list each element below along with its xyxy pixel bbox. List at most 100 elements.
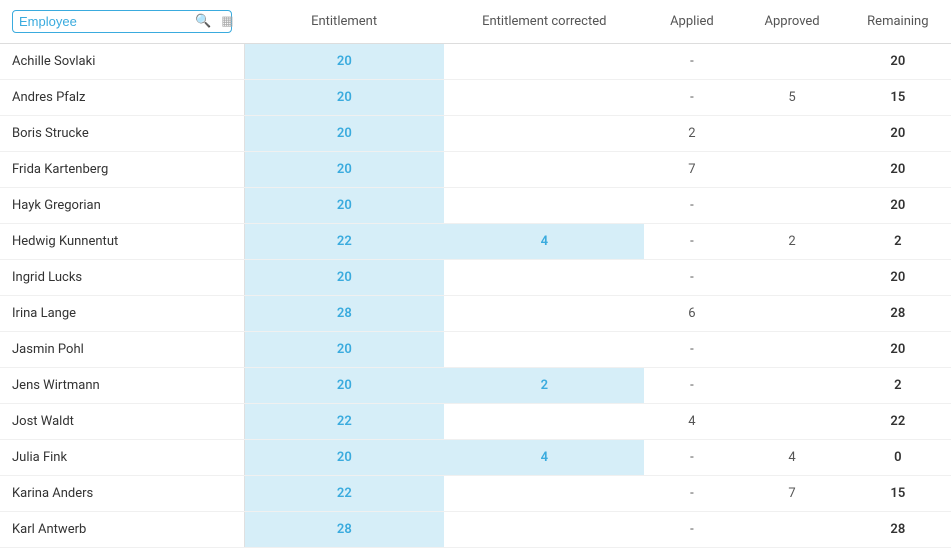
employee-name-cell: Jost Waldt — [0, 404, 244, 440]
approved-cell — [739, 512, 844, 548]
applied-cell: - — [644, 188, 739, 224]
leave-entitlement-table: 🔍 ▦ Entitlement Entitlement corrected Ap… — [0, 0, 951, 548]
entitlement-cell: 22 — [244, 224, 444, 260]
entitlement-corrected-cell — [444, 296, 644, 332]
approved-cell — [739, 404, 844, 440]
remaining-cell: 20 — [845, 152, 951, 188]
applied-column-header: Applied — [644, 0, 739, 44]
employee-name-cell: Hayk Gregorian — [0, 188, 244, 224]
entitlement-corrected-cell — [444, 44, 644, 80]
entitlement-corrected-column-header: Entitlement corrected — [444, 0, 644, 44]
applied-cell: - — [644, 224, 739, 260]
employee-name-cell: Julia Fink — [0, 440, 244, 476]
employee-column-header: 🔍 ▦ — [0, 0, 244, 44]
remaining-cell: 15 — [845, 80, 951, 116]
main-table-wrapper: 🔍 ▦ Entitlement Entitlement corrected Ap… — [0, 0, 951, 548]
entitlement-cell: 20 — [244, 188, 444, 224]
table-row: Hedwig Kunnentut224-22 — [0, 224, 951, 260]
remaining-cell: 2 — [845, 224, 951, 260]
remaining-cell: 20 — [845, 260, 951, 296]
approved-cell: 7 — [739, 476, 844, 512]
employee-name-cell: Irina Lange — [0, 296, 244, 332]
entitlement-cell: 20 — [244, 80, 444, 116]
remaining-cell: 0 — [845, 440, 951, 476]
employee-name-cell: Jens Wirtmann — [0, 368, 244, 404]
table-row: Andres Pfalz20 -515 — [0, 80, 951, 116]
applied-cell: - — [644, 260, 739, 296]
entitlement-corrected-cell — [444, 332, 644, 368]
entitlement-corrected-cell — [444, 152, 644, 188]
table-row: Irina Lange28628 — [0, 296, 951, 332]
search-icon: 🔍 — [195, 14, 211, 29]
remaining-cell: 28 — [845, 296, 951, 332]
approved-cell — [739, 296, 844, 332]
remaining-column-header: Remaining — [845, 0, 951, 44]
employee-name-cell: Hedwig Kunnentut — [0, 224, 244, 260]
remaining-cell: 20 — [845, 44, 951, 80]
entitlement-cell: 20 — [244, 152, 444, 188]
entitlement-corrected-cell: 2 — [444, 368, 644, 404]
remaining-cell: 20 — [845, 116, 951, 152]
employee-name-cell: Andres Pfalz — [0, 80, 244, 116]
entitlement-corrected-cell — [444, 404, 644, 440]
remaining-cell: 20 — [845, 188, 951, 224]
applied-cell: 4 — [644, 404, 739, 440]
table-row: Ingrid Lucks20-20 — [0, 260, 951, 296]
entitlement-corrected-cell — [444, 116, 644, 152]
approved-cell — [739, 260, 844, 296]
employee-name-cell: Frida Kartenberg — [0, 152, 244, 188]
entitlement-cell: 20 — [244, 44, 444, 80]
approved-cell — [739, 44, 844, 80]
remaining-cell: 2 — [845, 368, 951, 404]
remaining-cell: 28 — [845, 512, 951, 548]
employee-name-cell: Ingrid Lucks — [0, 260, 244, 296]
entitlement-corrected-cell — [444, 512, 644, 548]
remaining-cell: 15 — [845, 476, 951, 512]
entitlement-cell: 20 — [244, 440, 444, 476]
employee-name-cell: Karina Anders — [0, 476, 244, 512]
entitlement-corrected-cell — [444, 188, 644, 224]
approved-column-header: Approved — [739, 0, 844, 44]
applied-cell: - — [644, 476, 739, 512]
approved-cell — [739, 116, 844, 152]
employee-name-cell: Jasmin Pohl — [0, 332, 244, 368]
employee-name-cell: Boris Strucke — [0, 116, 244, 152]
entitlement-cell: 22 — [244, 404, 444, 440]
approved-cell — [739, 152, 844, 188]
applied-cell: 2 — [644, 116, 739, 152]
approved-cell — [739, 368, 844, 404]
entitlement-cell: 28 — [244, 512, 444, 548]
table-row: Achille Sovlaki20-20 — [0, 44, 951, 80]
applied-cell: - — [644, 368, 739, 404]
applied-cell: - — [644, 44, 739, 80]
table-row: Karina Anders22-715 — [0, 476, 951, 512]
remaining-cell: 20 — [845, 332, 951, 368]
applied-cell: 6 — [644, 296, 739, 332]
entitlement-cell: 20 — [244, 260, 444, 296]
filter-icon[interactable]: ▦ — [221, 14, 233, 29]
applied-cell: - — [644, 332, 739, 368]
approved-cell: 2 — [739, 224, 844, 260]
applied-cell: - — [644, 440, 739, 476]
employee-search-input[interactable] — [19, 14, 195, 29]
approved-cell: 5 — [739, 80, 844, 116]
entitlement-column-header: Entitlement — [244, 0, 444, 44]
approved-cell: 4 — [739, 440, 844, 476]
approved-cell — [739, 332, 844, 368]
employee-search-container[interactable]: 🔍 ▦ — [12, 10, 232, 33]
entitlement-cell: 28 — [244, 296, 444, 332]
applied-cell: - — [644, 512, 739, 548]
entitlement-corrected-cell — [444, 80, 644, 116]
table-row: Jost Waldt22422 — [0, 404, 951, 440]
entitlement-corrected-cell — [444, 260, 644, 296]
applied-cell: 7 — [644, 152, 739, 188]
table-row: Jasmin Pohl20-20 — [0, 332, 951, 368]
table-row: Hayk Gregorian20-20 — [0, 188, 951, 224]
employee-name-cell: Achille Sovlaki — [0, 44, 244, 80]
table-row: Boris Strucke20220 — [0, 116, 951, 152]
table-row: Julia Fink204-40 — [0, 440, 951, 476]
remaining-cell: 22 — [845, 404, 951, 440]
applied-cell: - — [644, 80, 739, 116]
employee-name-cell: Karl Antwerb — [0, 512, 244, 548]
table-row: Frida Kartenberg20720 — [0, 152, 951, 188]
